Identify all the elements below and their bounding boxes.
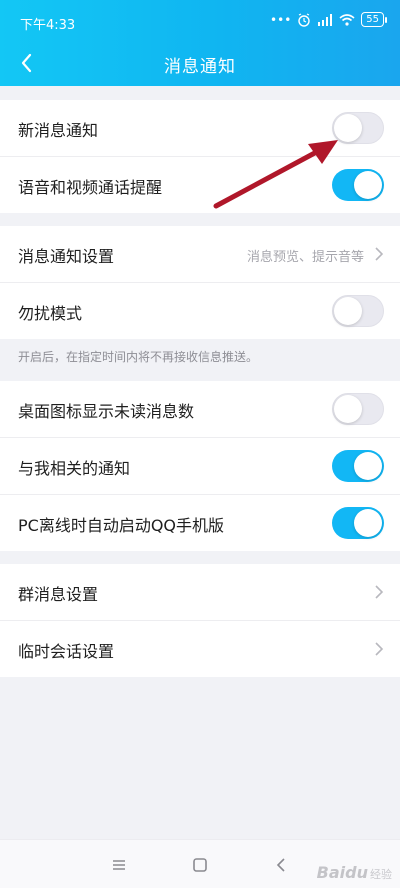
- alarm-icon: [298, 12, 310, 27]
- row-notify-settings[interactable]: 消息通知设置 消息预览、提示音等: [0, 226, 400, 283]
- home-icon[interactable]: [189, 854, 211, 876]
- toggle-knob: [354, 171, 382, 199]
- chevron-right-icon: [375, 247, 384, 261]
- row-pc-offline-launch: PC离线时自动启动QQ手机版: [0, 495, 400, 551]
- toggle-knob: [334, 297, 362, 325]
- row-label: 新消息通知: [18, 121, 99, 140]
- row-label: 群消息设置: [18, 585, 99, 604]
- row-label: 临时会话设置: [18, 642, 115, 661]
- section-notify-settings: 消息通知设置 消息预览、提示音等 勿扰模式: [0, 226, 400, 339]
- row-label: 消息通知设置: [18, 247, 115, 266]
- row-temp-chat-settings[interactable]: 临时会话设置: [0, 621, 400, 677]
- toggle-knob: [354, 452, 382, 480]
- row-label: 语音和视频通话提醒: [18, 178, 163, 197]
- page-title: 消息通知: [164, 57, 236, 77]
- section-badges: 桌面图标显示未读消息数 与我相关的通知 PC离线时自动启动QQ手机版: [0, 381, 400, 551]
- menu-icon[interactable]: [108, 854, 130, 876]
- back-icon[interactable]: [270, 854, 292, 876]
- row-do-not-disturb: 勿扰模式: [0, 283, 400, 339]
- title-bar: 消息通知: [0, 40, 400, 86]
- chevron-right-icon: [375, 642, 384, 656]
- more-dots-icon: •••: [270, 12, 292, 27]
- dnd-hint: 开启后，在指定时间内将不再接收信息推送。: [18, 350, 259, 364]
- watermark-sub: 经验: [370, 868, 392, 881]
- row-unread-badge: 桌面图标显示未读消息数: [0, 381, 400, 438]
- header: 下午4:33 ••• 55 消息通知: [0, 0, 400, 86]
- wifi-icon: [339, 13, 355, 26]
- chevron-right-icon: [375, 585, 384, 599]
- status-time: 下午4:33: [20, 18, 76, 33]
- status-icons: ••• 55: [270, 12, 387, 27]
- annotation-arrow-icon: [213, 140, 338, 209]
- section-chat-settings: 群消息设置 临时会话设置: [0, 564, 400, 677]
- row-value: 消息预览、提示音等: [246, 250, 364, 265]
- row-label: 勿扰模式: [18, 304, 83, 323]
- unread-badge-toggle[interactable]: [332, 393, 384, 425]
- pc-offline-launch-toggle[interactable]: [332, 507, 384, 539]
- do-not-disturb-toggle[interactable]: [332, 295, 384, 327]
- watermark-brand: Baidu: [316, 863, 368, 882]
- row-label: 与我相关的通知: [18, 459, 131, 478]
- toggle-knob: [354, 509, 382, 537]
- row-label: 桌面图标显示未读消息数: [18, 402, 195, 421]
- row-label: PC离线时自动启动QQ手机版: [18, 516, 225, 535]
- watermark: Baidu 经验: [317, 863, 392, 882]
- battery-icon: 55: [361, 12, 387, 27]
- system-nav-bar: Baidu 经验: [0, 839, 400, 888]
- related-notify-toggle[interactable]: [332, 450, 384, 482]
- toggle-knob: [334, 395, 362, 423]
- status-bar: 下午4:33 ••• 55: [0, 0, 400, 40]
- row-group-message-settings[interactable]: 群消息设置: [0, 564, 400, 621]
- signal-icon: [318, 13, 333, 26]
- row-related-notify: 与我相关的通知: [0, 438, 400, 495]
